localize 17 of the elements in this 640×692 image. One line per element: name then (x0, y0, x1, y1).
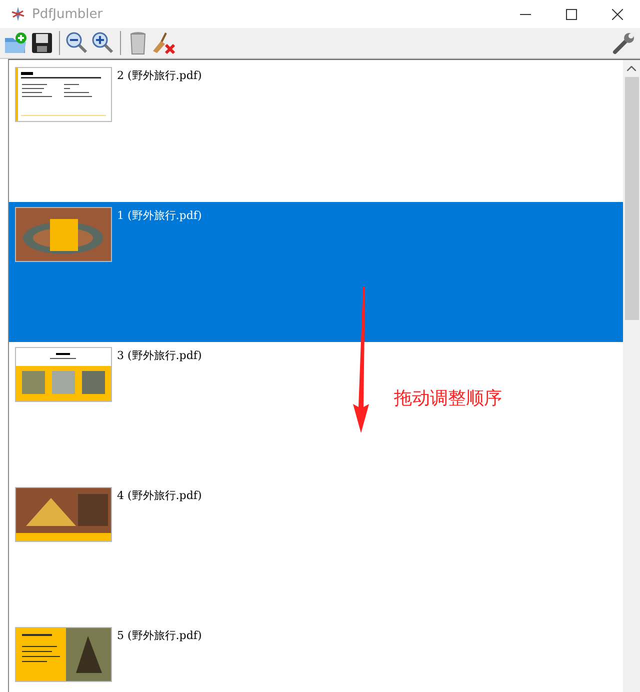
scrollbar-thumb[interactable] (624, 77, 638, 320)
settings-icon[interactable] (612, 30, 636, 56)
scrollbar[interactable] (623, 60, 640, 692)
maximize-icon[interactable] (566, 8, 576, 20)
broom-delete-icon[interactable] (152, 30, 176, 56)
annotation-text: 拖动调整顺序 (394, 387, 502, 410)
zoom-out-icon[interactable] (65, 30, 89, 56)
page-label[interactable]: 4 (野外旅行.pdf) (117, 488, 202, 503)
app-logo-icon (10, 6, 26, 22)
save-icon[interactable] (30, 30, 54, 56)
zoom-in-icon[interactable] (91, 30, 115, 56)
page-label[interactable]: 1 (野外旅行.pdf) (117, 208, 202, 223)
page-label[interactable]: 2 (野外旅行.pdf) (117, 68, 202, 83)
window-title: PdfJumbler (32, 6, 104, 22)
page-label[interactable]: 3 (野外旅行.pdf) (117, 348, 202, 363)
page-label[interactable]: 5 (野外旅行.pdf) (117, 628, 202, 643)
close-icon[interactable] (612, 8, 622, 20)
